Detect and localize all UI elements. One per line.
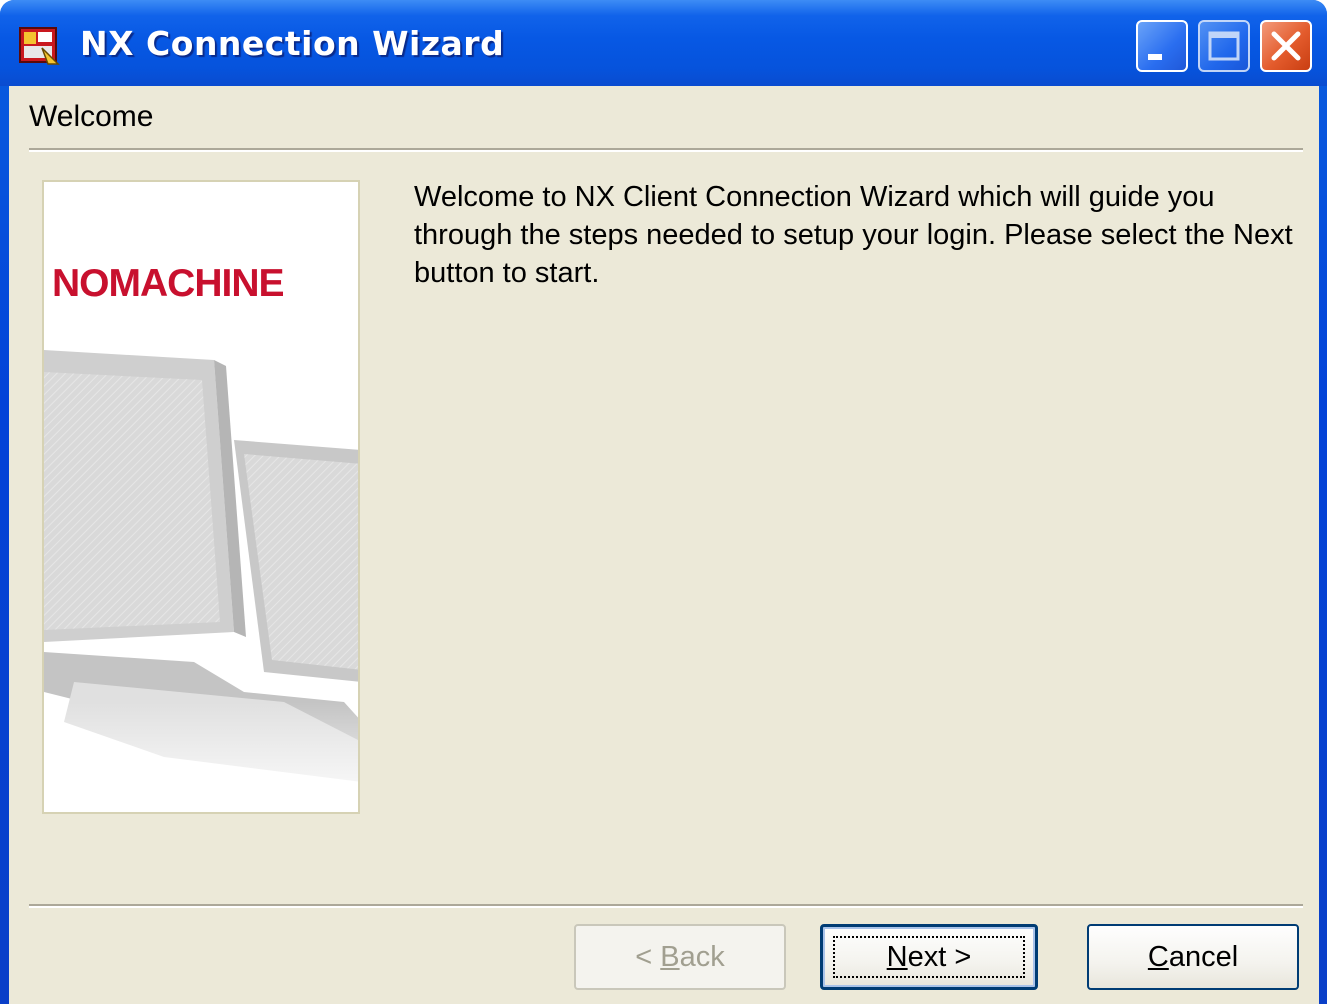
back-button[interactable]: < Back xyxy=(574,924,786,990)
focus-rectangle xyxy=(833,936,1025,978)
wizard-window: NX Connection Wizard Welcome NOMACHINE W… xyxy=(0,0,1327,1004)
close-icon xyxy=(1271,31,1301,61)
page-title: Welcome xyxy=(29,100,154,133)
nomachine-banner: NOMACHINE xyxy=(42,180,360,814)
cancel-button-mnemonic: C xyxy=(1147,940,1169,973)
back-button-mnemonic: B xyxy=(660,940,680,973)
maximize-icon xyxy=(1208,31,1240,61)
footer-divider xyxy=(29,904,1303,908)
wizard-body: Welcome NOMACHINE Welcome to NX Client C… xyxy=(9,86,1319,1004)
back-button-label: ack xyxy=(679,940,725,973)
minimize-button[interactable] xyxy=(1136,20,1188,72)
close-button[interactable] xyxy=(1260,20,1312,72)
next-button[interactable]: Next > xyxy=(820,924,1038,990)
title-bar[interactable]: NX Connection Wizard xyxy=(0,0,1327,86)
header-divider xyxy=(29,148,1303,152)
minimize-icon xyxy=(1148,54,1162,60)
nx-app-icon[interactable] xyxy=(18,24,62,68)
maximize-button[interactable] xyxy=(1198,20,1250,72)
nomachine-logo: NOMACHINE xyxy=(52,262,284,305)
cancel-button[interactable]: Cancel xyxy=(1087,924,1299,990)
welcome-message: Welcome to NX Client Connection Wizard w… xyxy=(414,181,1293,289)
back-button-prefix: < xyxy=(635,940,661,973)
window-title: NX Connection Wizard xyxy=(80,24,505,63)
cancel-button-label: ancel xyxy=(1168,940,1239,973)
